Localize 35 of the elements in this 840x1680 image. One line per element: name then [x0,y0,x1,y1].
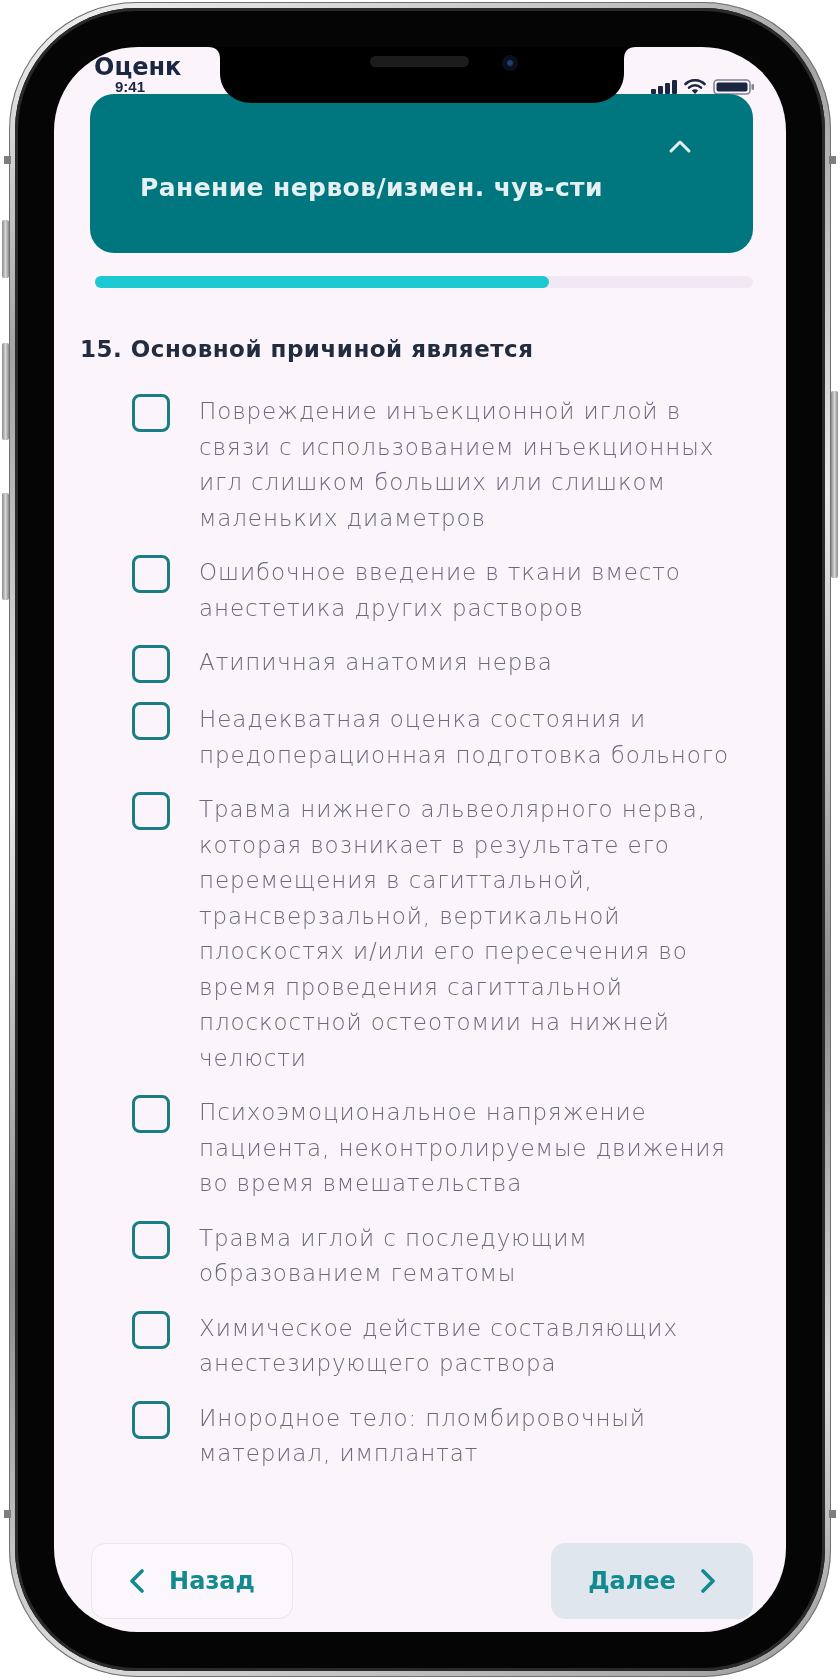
wifi-icon [684,79,706,94]
antenna-band [4,1510,11,1518]
frame-side-key [2,220,9,278]
checkbox[interactable] [132,792,170,830]
chevron-up-icon[interactable] [668,138,692,154]
antenna-band [829,156,836,164]
option-text: Травма иглой с последующим образованием гематомы [199,1223,589,1288]
back-button[interactable]: Назад [91,1543,293,1619]
checkbox[interactable] [132,1310,170,1349]
checkbox[interactable] [132,1095,170,1133]
option-text: Химическое действие составляющих анестезирующего раствора [199,1313,679,1378]
section-title: Ранение нервов/измен. чув-сти [140,172,604,204]
option-text: Повреждение инъекционной иглой в связи с использованием инъекционных игл слишком больших или слишком маленьких диаметров [199,397,716,533]
antenna-band [829,1510,836,1518]
status-time: 9:41 [115,79,146,94]
checkbox[interactable] [132,394,170,432]
checkbox[interactable] [132,702,170,740]
option-text: Травма нижнего альвеолярного нерва, которая возникает в результате его перемещения в сагиттальной, трансверзальной, вертикальной плоскостях и/или его пересечения во время проведения сагиттальной плоскостной остеотомии на нижней челюсти [199,795,707,1073]
chevron-left-icon [129,1569,146,1593]
option-text: Атипичная анатомия нерва [199,648,554,677]
signal-icon [651,79,677,94]
checkbox[interactable] [132,645,170,683]
battery-icon [713,78,755,95]
checkbox[interactable] [132,1400,170,1439]
next-button[interactable]: Далее [551,1543,753,1619]
option-text: Ошибочное введение в ткани вместо анестетика других растворов [199,558,682,623]
checkbox[interactable] [132,1220,170,1259]
option-text: Психоэмоциональное напряжение пациента, неконтролируемые движения во время вмешательства [199,1098,727,1198]
option-text: Инородное тело: пломбировочный материал, имплантат [199,1403,647,1468]
checkbox[interactable] [132,555,170,593]
question-text: 15. Основной причиной является [80,335,534,364]
app-title: Оценк [93,52,182,79]
option-text: Неадекватная оценка состояния и предоперационная подготовка больного [199,705,730,770]
antenna-band [4,156,11,164]
chevron-right-icon [699,1569,716,1593]
